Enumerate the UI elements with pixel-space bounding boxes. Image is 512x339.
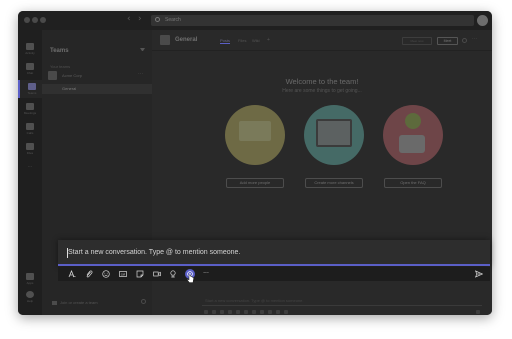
- rail-label: Chat: [26, 71, 34, 75]
- create-channels-illustration: [304, 105, 364, 165]
- tab-posts[interactable]: Posts: [220, 38, 231, 44]
- rail-item-help[interactable]: Help: [18, 288, 42, 306]
- tab-wiki[interactable]: Wiki: [252, 38, 260, 43]
- rail-item-activity[interactable]: Activity: [18, 40, 42, 58]
- more-options-icon[interactable]: ···: [201, 269, 211, 279]
- people-icon: [239, 121, 271, 141]
- meet-now-ghost: Meet now: [402, 37, 432, 45]
- rail-item-teams[interactable]: Teams: [18, 80, 42, 98]
- teams-section-label: Your teams: [50, 64, 71, 69]
- rail-label: Teams: [27, 91, 37, 95]
- person-icon: [399, 135, 425, 153]
- compose-toolbar: GIF ···: [58, 267, 490, 281]
- maximize-window-button[interactable]: [40, 17, 46, 23]
- teams-panel-title: Teams: [50, 48, 69, 54]
- rail-item-meetings[interactable]: Meetings: [18, 100, 42, 118]
- team-more-icon[interactable]: ···: [138, 71, 143, 77]
- team-item[interactable]: Acme Corp ···: [48, 70, 146, 81]
- channel-name: General: [62, 86, 77, 91]
- rail-item-files[interactable]: Files: [18, 140, 42, 158]
- rail-label: Activity: [25, 51, 35, 55]
- create-more-channels-button[interactable]: Create more channels: [305, 178, 363, 188]
- team-avatar: [48, 71, 57, 80]
- attach-icon[interactable]: [84, 269, 94, 279]
- channel-avatar: [160, 35, 170, 45]
- channel-title: General: [175, 37, 198, 43]
- join-team-label: Join or create a team: [60, 300, 98, 305]
- compose-placeholder: Start a new conversation. Type @ to ment…: [68, 249, 241, 256]
- send-icon[interactable]: [474, 269, 484, 279]
- close-window-button[interactable]: [24, 17, 30, 23]
- welcome-subtitle: Here are some things to get going...: [282, 88, 362, 94]
- team-name: Acme Corp: [62, 73, 83, 78]
- join-team-icon: [52, 301, 57, 305]
- composer-ghost: Start a new conversation. Type @ to ment…: [202, 296, 482, 306]
- add-people-illustration: [225, 105, 285, 165]
- apps-icon: [26, 273, 34, 280]
- gif-icon[interactable]: GIF: [118, 269, 128, 279]
- search-placeholder: Search: [165, 17, 181, 23]
- meet-button[interactable]: Meet: [437, 37, 458, 45]
- mouse-pointer-icon: [186, 274, 194, 283]
- phone-icon: [26, 123, 34, 130]
- praise-icon[interactable]: [168, 269, 178, 279]
- open-faq-button[interactable]: Open the FAQ: [384, 178, 442, 188]
- title-bar: ‹ › Search: [18, 11, 492, 30]
- channels-icon: [316, 119, 352, 147]
- app-rail: Activity Chat Teams Meetings Calls Files…: [18, 30, 42, 315]
- channel-header: General Posts Files Wiki + Meet now Meet…: [152, 30, 492, 51]
- filter-icon[interactable]: [140, 48, 145, 53]
- format-icon[interactable]: [67, 269, 77, 279]
- profile-avatar[interactable]: [477, 15, 488, 26]
- question-mark-icon: [405, 113, 421, 129]
- more-options-icon[interactable]: ···: [472, 36, 477, 42]
- calendar-icon: [26, 103, 34, 110]
- rail-label: Apps: [26, 281, 34, 285]
- emoji-icon[interactable]: [101, 269, 111, 279]
- rail-item-apps[interactable]: Apps: [18, 270, 42, 288]
- welcome-title: Welcome to the team!: [285, 77, 359, 86]
- search-icon: [155, 17, 160, 22]
- minimize-window-button[interactable]: [32, 17, 38, 23]
- help-icon: [26, 291, 34, 298]
- channel-item-general[interactable]: General: [42, 84, 152, 94]
- rail-label: Calls: [26, 131, 34, 135]
- rail-item-more[interactable]: ...: [18, 160, 42, 178]
- svg-text:GIF: GIF: [121, 272, 126, 276]
- info-icon[interactable]: [462, 38, 467, 43]
- add-tab-icon[interactable]: +: [267, 37, 270, 43]
- add-more-people-button[interactable]: Add more people: [226, 178, 284, 188]
- file-icon: [26, 143, 34, 150]
- tab-files[interactable]: Files: [238, 38, 246, 43]
- bell-icon: [26, 43, 34, 50]
- rail-label: Files: [26, 151, 34, 155]
- search-input[interactable]: Search: [151, 15, 474, 26]
- settings-gear-icon[interactable]: [141, 299, 146, 304]
- rail-label: Meetings: [23, 111, 37, 115]
- toolbar-ghost: [202, 310, 482, 314]
- faq-illustration: [383, 105, 443, 165]
- rail-item-chat[interactable]: Chat: [18, 60, 42, 78]
- chat-icon: [26, 63, 34, 70]
- more-icon: ...: [27, 163, 33, 169]
- rail-item-calls[interactable]: Calls: [18, 120, 42, 138]
- compose-box[interactable]: Start a new conversation. Type @ to ment…: [58, 240, 490, 266]
- teams-icon: [28, 83, 36, 90]
- join-team-button[interactable]: Join or create a team: [50, 300, 98, 305]
- meet-now-icon[interactable]: [152, 269, 162, 279]
- forward-icon[interactable]: ›: [138, 14, 142, 24]
- rail-label: Help: [26, 299, 34, 303]
- back-icon[interactable]: ‹: [127, 14, 131, 24]
- sticker-icon[interactable]: [135, 269, 145, 279]
